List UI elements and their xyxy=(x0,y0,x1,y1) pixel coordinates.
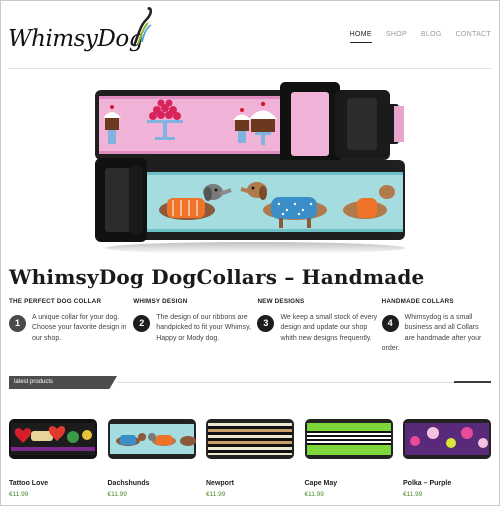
product-card[interactable]: Dachshunds €11.99 xyxy=(107,417,196,498)
feature-heading: HANDMADE COLLARS xyxy=(381,298,454,305)
page-title: WhimsyDog DogCollars – Handmade xyxy=(9,265,425,289)
product-image-cape-may[interactable] xyxy=(304,417,393,461)
product-card[interactable]: Newport €11.99 xyxy=(206,417,294,498)
product-image-newport[interactable] xyxy=(206,417,294,461)
feature-item: HANDMADE COLLARS 4 Whimsydog is a small … xyxy=(381,298,491,354)
product-name[interactable]: Newport xyxy=(206,480,294,487)
feature-text: 4 Whimsydog is a small business and all … xyxy=(381,313,487,354)
logo-text: WhimsyDog xyxy=(8,26,143,52)
feature-heading: WHIMSY DESIGN xyxy=(133,298,188,305)
product-card[interactable]: Cape May €11.99 xyxy=(304,417,393,498)
header-divider xyxy=(8,68,492,69)
product-name[interactable]: Polka – Purple xyxy=(403,480,491,487)
feature-number-badge: 4 xyxy=(381,315,399,332)
feature-number-badge: 2 xyxy=(133,315,151,332)
dog-tail-icon xyxy=(132,7,153,47)
product-card[interactable]: Polka – Purple €11.99 xyxy=(403,417,491,498)
feature-heading: THE PERFECT DOG COLLAR xyxy=(9,298,102,305)
product-card[interactable]: Tattoo Love €11.99 xyxy=(9,417,97,498)
product-price: €11.99 xyxy=(304,491,324,498)
feature-text: 3 We keep a small stock of every design … xyxy=(257,313,377,344)
product-image-dachshunds[interactable] xyxy=(107,417,196,461)
product-price: €11.99 xyxy=(9,491,29,498)
nav-blog[interactable]: BLOG xyxy=(421,31,442,43)
products-row: Tattoo Love €11.99 Dachshunds €11.99 New… xyxy=(9,417,491,498)
feature-description: The design of our ribbons are handpicked… xyxy=(156,314,252,342)
feature-text: 2 The design of our ribbons are handpick… xyxy=(133,313,253,344)
product-name[interactable]: Tattoo Love xyxy=(9,480,97,487)
section-divider xyxy=(117,382,491,383)
product-image-tattoo-love[interactable] xyxy=(9,417,97,461)
feature-description: We keep a small stock of every design an… xyxy=(280,314,378,342)
product-price: €11.99 xyxy=(107,491,127,498)
feature-number-badge: 1 xyxy=(9,315,26,332)
main-nav: HOME SHOP BLOG CONTACT xyxy=(349,31,491,43)
latest-products-label: latest products xyxy=(9,376,117,389)
feature-description: A unique collar for your dog. Choose you… xyxy=(32,314,127,342)
feature-heading: NEW DESIGNS xyxy=(257,298,305,305)
product-image-polka-purple[interactable] xyxy=(403,417,491,461)
feature-item: NEW DESIGNS 3 We keep a small stock of e… xyxy=(257,298,381,354)
feature-item: WHIMSY DESIGN 2 The design of our ribbon… xyxy=(133,298,257,354)
product-name[interactable]: Dachshunds xyxy=(108,480,196,487)
feature-item: THE PERFECT DOG COLLAR 1 A unique collar… xyxy=(9,298,133,354)
feature-text: 1 A unique collar for your dog. Choose y… xyxy=(9,313,129,344)
hero-collars-image xyxy=(95,82,405,254)
product-name[interactable]: Cape May xyxy=(305,480,393,487)
product-price: €11.99 xyxy=(403,491,423,498)
feature-number-badge: 3 xyxy=(257,315,275,332)
section-divider-accent xyxy=(454,381,491,383)
features-row: THE PERFECT DOG COLLAR 1 A unique collar… xyxy=(9,298,491,354)
product-price: €11.99 xyxy=(206,491,226,498)
nav-contact[interactable]: CONTACT xyxy=(456,31,491,43)
nav-home[interactable]: HOME xyxy=(349,31,372,43)
site-logo[interactable]: WhimsyDog xyxy=(8,7,158,60)
nav-shop[interactable]: SHOP xyxy=(386,31,407,43)
